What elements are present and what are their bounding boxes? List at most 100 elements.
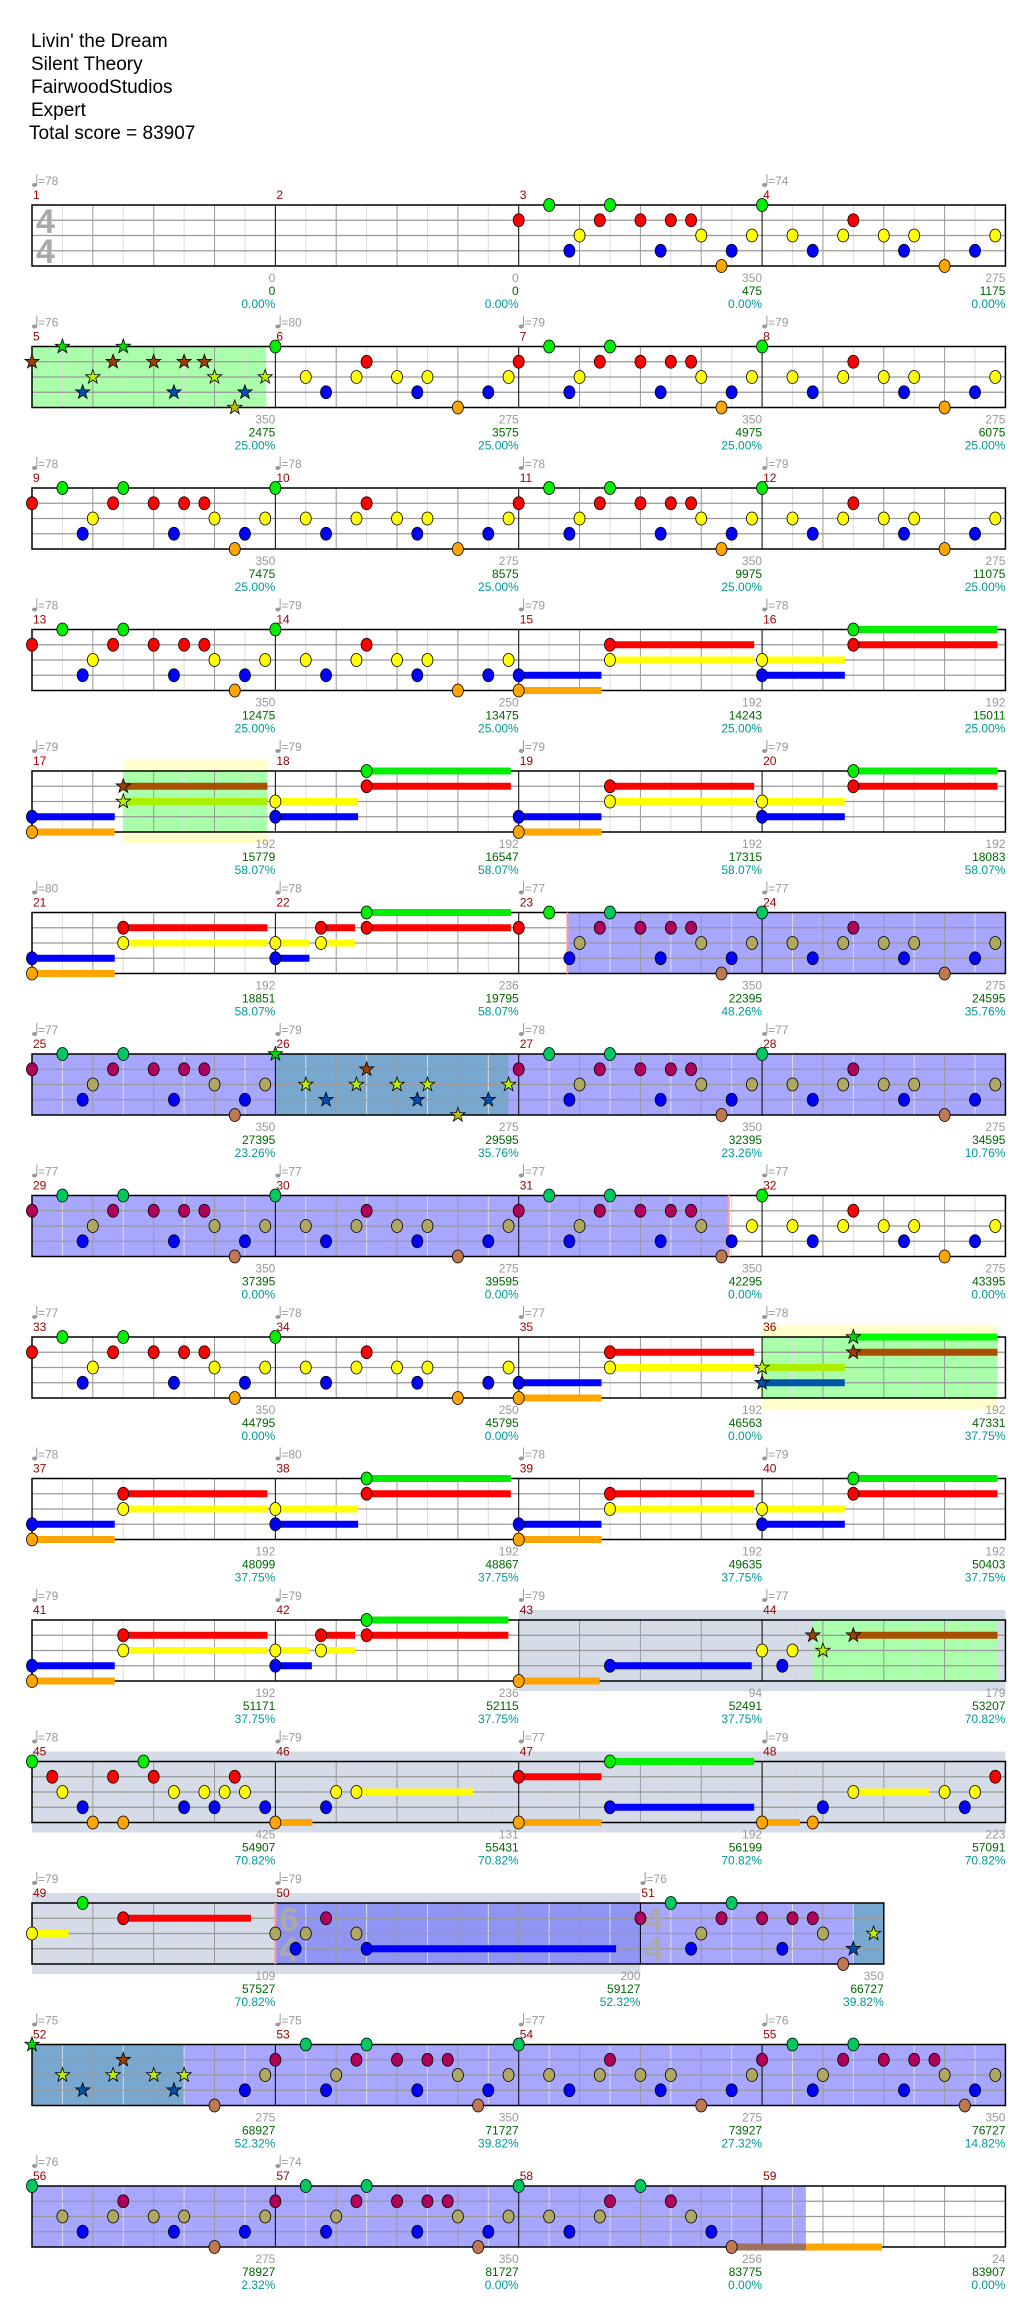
measure-points: 0: [512, 271, 519, 285]
measure-number: 25: [33, 1037, 47, 1051]
note-gem: [208, 1219, 221, 1233]
star-power-percent: 27.32%: [721, 2137, 762, 2151]
sustain-bar: [518, 1520, 602, 1528]
quarter-note-icon: [32, 1456, 37, 1461]
tempo-label: =75: [38, 2014, 59, 2028]
note-gem: [685, 1203, 697, 1218]
note-gem: [411, 2083, 424, 2098]
cumulative-score: 39595: [485, 1275, 519, 1289]
note-gem: [451, 542, 464, 556]
sustain-bar: [32, 1536, 115, 1543]
note-gem: [320, 385, 332, 400]
note-gem: [107, 496, 119, 511]
star-power-percent: 37.75%: [235, 1712, 276, 1726]
note-gem: [604, 1754, 616, 1769]
note-gem: [938, 966, 951, 981]
note-gem: [695, 511, 708, 526]
measure-points: 192: [499, 1545, 519, 1559]
note-gem: [502, 511, 515, 526]
sustain-bar: [356, 1788, 474, 1796]
measure-points: 250: [499, 696, 519, 710]
note-gem: [563, 526, 576, 541]
note-gem: [634, 1911, 647, 1926]
measure-points: 350: [742, 979, 762, 993]
measure-points: 192: [742, 696, 762, 710]
cumulative-score: 24595: [972, 992, 1006, 1006]
note-gem: [746, 511, 758, 526]
star-power-percent: 48.26%: [721, 1005, 762, 1019]
cumulative-score: 50403: [972, 1558, 1006, 1572]
star-power-percent: 25.00%: [965, 580, 1006, 594]
note-gem: [604, 794, 616, 809]
note-gem: [239, 1375, 251, 1390]
note-gem: [989, 2068, 1002, 2082]
tempo-label: =78: [281, 882, 302, 896]
note-gem: [117, 1486, 130, 1501]
cumulative-score: 6075: [979, 426, 1006, 440]
measure-points: 350: [742, 271, 762, 285]
tempo-label: =79: [768, 316, 789, 330]
sustain-bar: [853, 1490, 998, 1498]
measure-number: 46: [276, 1745, 290, 1759]
note-gem: [56, 481, 69, 495]
note-gem: [228, 1249, 241, 1264]
note-gem: [563, 2224, 576, 2239]
note-gem: [320, 1234, 332, 1249]
star-power-percent: 58.07%: [965, 863, 1006, 877]
measure-points: 192: [255, 837, 275, 851]
star-power-percent: 70.82%: [721, 1854, 762, 1868]
note-gem: [604, 1486, 616, 1501]
note-gem: [350, 2194, 363, 2209]
star-power-percent: 35.76%: [965, 1005, 1006, 1019]
sustain-bar: [123, 924, 268, 932]
measure-number: 32: [763, 1179, 777, 1193]
note-gem: [786, 2037, 799, 2052]
note-gem: [350, 1926, 363, 1941]
quarter-note-icon: [32, 324, 37, 329]
note-gem: [168, 1785, 180, 1799]
note-gem: [86, 1219, 99, 1233]
note-gem: [391, 511, 403, 526]
note-gem: [107, 1062, 119, 1077]
note-gem: [543, 905, 556, 920]
measure-points: 192: [985, 696, 1005, 710]
star-power-percent: 35.76%: [478, 1146, 519, 1160]
note-gem: [573, 1219, 586, 1233]
note-gem: [259, 2068, 272, 2082]
note-gem: [563, 1092, 576, 1107]
note-gem: [360, 354, 373, 369]
note-gem: [178, 496, 191, 511]
sustain-bar: [762, 2243, 806, 2251]
note-gem: [938, 259, 951, 273]
note-gem: [877, 370, 890, 384]
note-gem: [76, 668, 89, 683]
note-gem: [685, 213, 697, 228]
cumulative-score: 81727: [485, 2265, 519, 2279]
measure-number: 40: [763, 1462, 777, 1476]
note-gem: [837, 370, 850, 384]
note-gem: [451, 2068, 464, 2082]
note-gem: [86, 1360, 99, 1375]
note-gem: [604, 905, 616, 920]
cumulative-score: 4975: [735, 426, 762, 440]
measure-points: 425: [255, 1828, 275, 1842]
measure-number: 14: [276, 613, 290, 627]
note-gem: [543, 2068, 556, 2082]
note-gem: [563, 951, 576, 966]
quarter-note-icon: [275, 324, 281, 329]
measure-points: 109: [255, 1969, 275, 1983]
note-gem: [725, 951, 738, 966]
note-gem: [654, 951, 667, 966]
sustain-bar: [32, 1520, 115, 1528]
measure-points: 192: [255, 1686, 275, 1700]
tempo-label: =78: [38, 1731, 59, 1745]
note-gem: [117, 1047, 130, 1061]
note-gem: [421, 1219, 434, 1233]
star-power-percent: 70.82%: [235, 1995, 276, 2009]
note-gem: [117, 1502, 130, 1516]
star-power-percent: 25.00%: [965, 722, 1006, 736]
cumulative-score: 49635: [729, 1558, 763, 1572]
note-gem: [837, 228, 850, 243]
cumulative-score: 66727: [850, 1982, 884, 1996]
note-gem: [208, 653, 221, 667]
